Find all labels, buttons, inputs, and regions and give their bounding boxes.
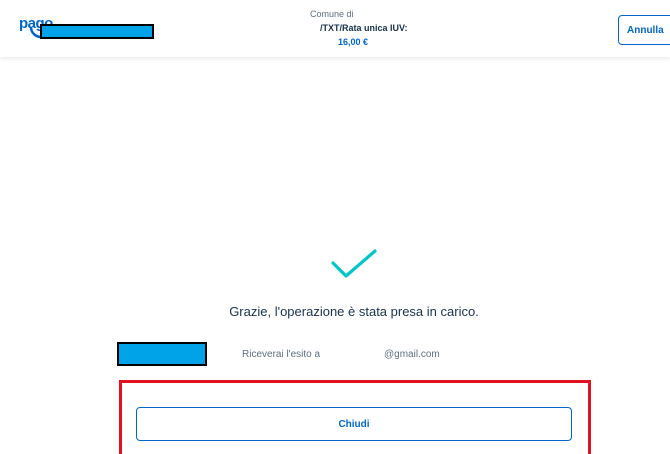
cancel-button[interactable]: Annulla <box>618 15 670 45</box>
redacted-logo-area <box>40 24 154 39</box>
outcome-label: Riceverai l'esito a <box>242 349 321 360</box>
payment-amount: 16,00 € <box>338 37 369 47</box>
payee-label: Comune di <box>310 9 354 19</box>
payment-result-page: pago Comune di /TXT/Rata unica IUV: 16,0… <box>0 0 670 454</box>
header: pago Comune di /TXT/Rata unica IUV: 16,0… <box>0 0 670 57</box>
checkmark-icon <box>331 249 377 278</box>
outcome-email: @gmail.com <box>384 349 440 360</box>
redacted-email-area <box>117 342 207 366</box>
close-button[interactable]: Chiudi <box>136 407 572 441</box>
confirmation-message: Grazie, l'operazione è stata presa in ca… <box>229 304 479 319</box>
payment-description: /TXT/Rata unica IUV: <box>320 23 408 33</box>
